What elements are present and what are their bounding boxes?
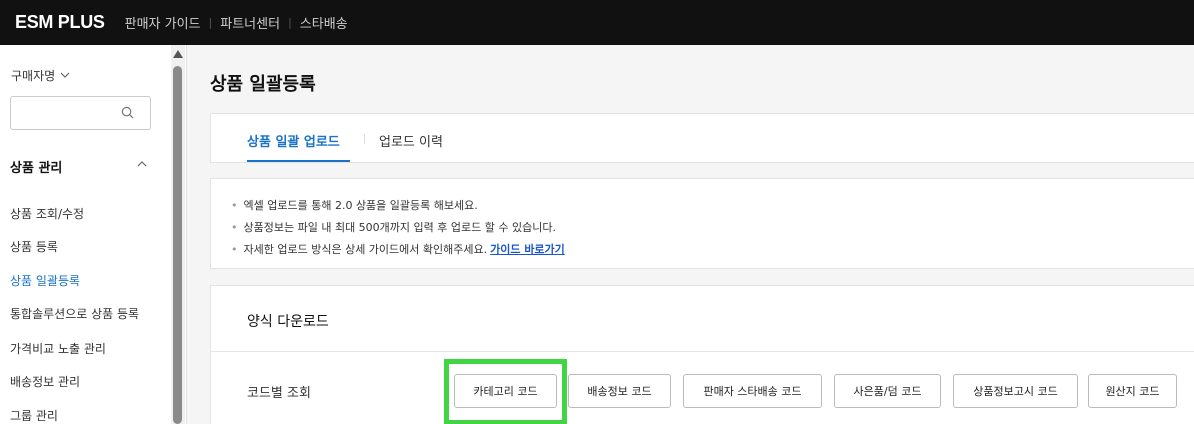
notice-box: • 엑셀 업로드를 통해 2.0 상품을 일괄등록 해보세요. • 상품정보는 파일… <box>210 178 1194 269</box>
tab-upload-history[interactable]: 업로드 이력 <box>379 131 443 150</box>
category-code-button[interactable]: 카테고리 코드 <box>454 374 557 408</box>
scroll-up-arrow-icon[interactable] <box>173 50 183 58</box>
partner-center-link[interactable]: 파트너센터 <box>220 13 280 32</box>
menu-header-product-management[interactable]: 상품 관리 <box>10 157 62 176</box>
guide-link[interactable]: 가이드 바로가기 <box>490 243 565 256</box>
tab-bulk-upload[interactable]: 상품 일괄 업로드 <box>247 131 340 150</box>
seller-guide-link[interactable]: 판매자 가이드 <box>125 13 201 32</box>
sidebar-item-price-compare[interactable]: 가격비교 노출 관리 <box>10 340 106 357</box>
seller-select-label: 구매자명 <box>11 69 56 83</box>
sidebar-item-product-search[interactable]: 상품 조회/수정 <box>10 205 84 222</box>
nav-separator: | <box>288 16 292 29</box>
star-delivery-link[interactable]: 스타배송 <box>300 13 348 32</box>
sidebar-item-group[interactable]: 그룹 관리 <box>10 407 58 424</box>
product-notice-code-button[interactable]: 상품정보고시 코드 <box>953 374 1078 408</box>
notice-line: • 상품정보는 파일 내 최대 500개까지 입력 후 업로드 할 수 있습니다. <box>231 221 556 234</box>
top-bar: ESM PLUS 판매자 가이드 | 파트너센터 | 스타배송 <box>0 0 1194 45</box>
chevron-down-icon <box>60 72 70 78</box>
notice-line: • 자세한 업로드 방식은 상세 가이드에서 확인해주세요. 가이드 바로가기 <box>231 243 565 256</box>
active-tab-indicator <box>247 160 350 162</box>
page-title: 상품 일괄등록 <box>210 74 316 95</box>
sidebar-search <box>10 96 151 130</box>
notice-line: • 엑셀 업로드를 통해 2.0 상품을 일괄등록 해보세요. <box>231 199 478 212</box>
chevron-up-icon[interactable] <box>136 159 148 169</box>
download-section-title: 양식 다운로드 <box>247 314 329 330</box>
tab-bar: 상품 일괄 업로드 업로드 이력 <box>210 113 1194 163</box>
code-lookup-label: 코드별 조회 <box>247 386 311 401</box>
divider <box>211 351 1194 352</box>
search-icon[interactable] <box>121 106 134 119</box>
origin-code-button[interactable]: 원산지 코드 <box>1088 374 1177 408</box>
nav-separator: | <box>208 16 213 29</box>
sidebar: 구매자명 상품 관리 상품 조회/수정 상품 등록 상품 일괄등록 통합솔루션으… <box>0 45 187 424</box>
seller-select[interactable]: 구매자명 <box>11 67 70 84</box>
esm-plus-logo[interactable]: ESM PLUS <box>15 12 105 33</box>
tab-separator <box>364 134 365 144</box>
template-download-section: 양식 다운로드 코드별 조회 카테고리 코드 배송정보 코드 판매자 스타배송 … <box>210 285 1194 424</box>
top-nav: 판매자 가이드 | 파트너센터 | 스타배송 <box>125 13 348 32</box>
sidebar-search-input[interactable] <box>17 97 117 127</box>
sidebar-item-product-register[interactable]: 상품 등록 <box>10 238 58 255</box>
sidebar-item-solution-register[interactable]: 통합솔루션으로 상품 등록 <box>10 305 139 322</box>
sidebar-item-shipping-info[interactable]: 배송정보 관리 <box>10 373 80 390</box>
gift-code-button[interactable]: 사은품/덤 코드 <box>834 374 941 408</box>
shipping-code-button[interactable]: 배송정보 코드 <box>568 374 671 408</box>
scrollbar-thumb[interactable] <box>173 66 182 424</box>
sidebar-item-bulk-register[interactable]: 상품 일괄등록 <box>10 272 80 289</box>
seller-star-delivery-code-button[interactable]: 판매자 스타배송 코드 <box>683 374 822 408</box>
